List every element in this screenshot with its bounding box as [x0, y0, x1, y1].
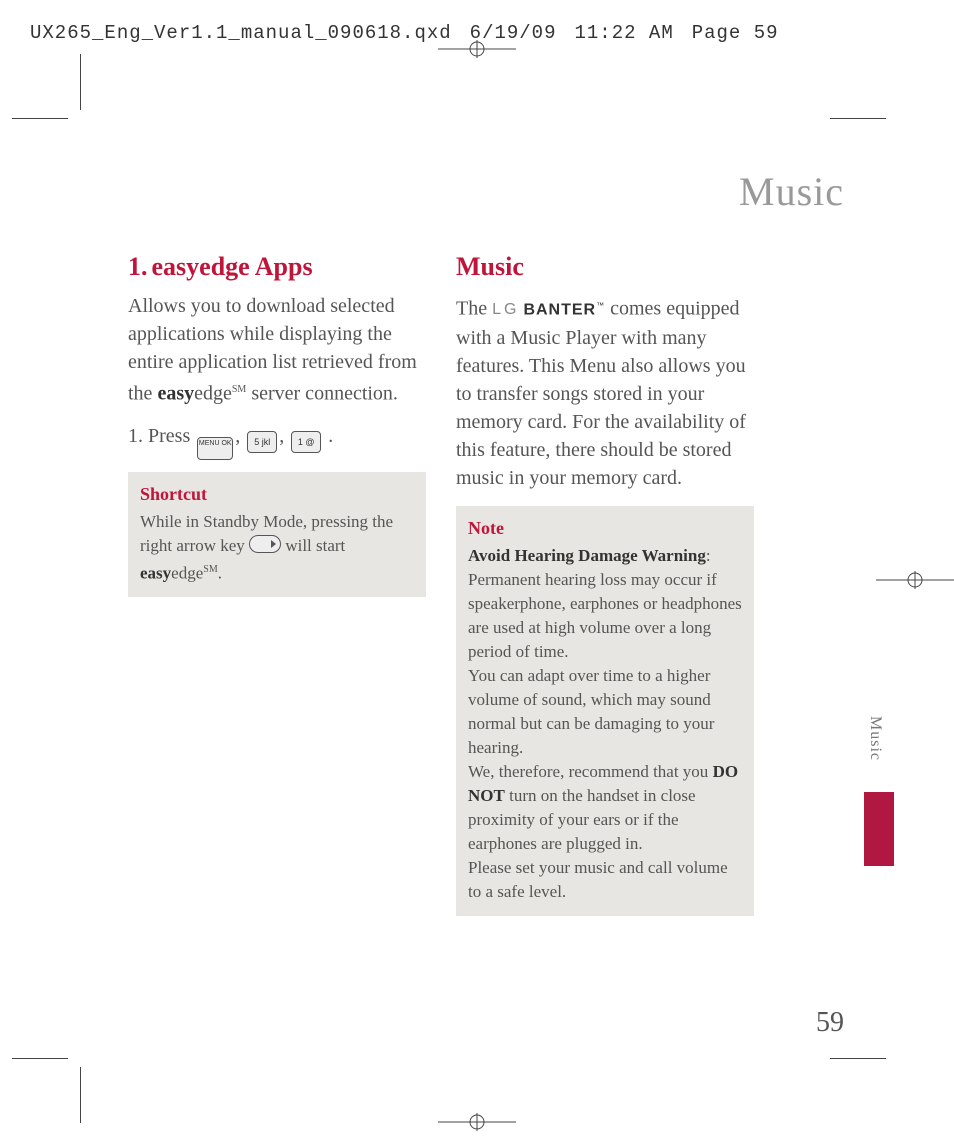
left-column: 1.easyedge Apps Allows you to download s…: [128, 252, 426, 597]
section-heading-music: Music: [456, 252, 754, 282]
lg-banter-logo: LGBANTER™: [492, 292, 605, 324]
note-body: Avoid Hearing Damage Warning: Permanent …: [468, 544, 742, 904]
section-heading-easyedge: 1.easyedge Apps: [128, 252, 426, 282]
music-intro: The LGBANTER™ comes equipped with a Musi…: [456, 292, 754, 492]
registration-mark-bottom: [438, 1113, 516, 1131]
registration-mark-top: [438, 40, 516, 58]
shortcut-callout: Shortcut While in Standby Mode, pressing…: [128, 472, 426, 598]
heading-text: easyedge Apps: [152, 252, 313, 281]
thumb-tab-label: Music: [866, 716, 884, 761]
crop-mark: [830, 1058, 886, 1059]
crop-mark: [12, 1058, 68, 1059]
key-5-icon: 5 jkl: [247, 431, 277, 453]
slug-filename: UX265_Eng_Ver1.1_manual_090618.qxd: [30, 22, 452, 44]
right-arrow-key-icon: [249, 535, 281, 553]
registration-mark-right: [876, 571, 954, 589]
note-callout: Note Avoid Hearing Damage Warning: Perma…: [456, 506, 754, 916]
step-1: 1. Press MENU OK, 5 jkl, 1 @ .: [128, 422, 426, 460]
crop-mark: [80, 1067, 81, 1123]
crop-mark: [12, 118, 68, 119]
key-1-icon: 1 @: [291, 431, 321, 453]
intro-paragraph: Allows you to download selected applicat…: [128, 292, 426, 408]
manual-page: UX265_Eng_Ver1.1_manual_090618.qxd 6/19/…: [0, 0, 954, 1145]
page-title: Music: [739, 168, 844, 215]
callout-title: Note: [468, 516, 742, 540]
slug-time: 11:22 AM: [575, 22, 674, 44]
slug-pageinfo: Page 59: [692, 22, 779, 44]
page-number: 59: [816, 1007, 844, 1039]
callout-title: Shortcut: [140, 482, 414, 506]
menu-ok-key-icon: MENU OK: [197, 437, 233, 460]
crop-mark: [80, 54, 81, 110]
right-column: Music The LGBANTER™ comes equipped with …: [456, 252, 754, 916]
heading-number: 1.: [128, 252, 148, 281]
crop-mark: [830, 118, 886, 119]
thumb-tab-bar: [864, 792, 894, 866]
